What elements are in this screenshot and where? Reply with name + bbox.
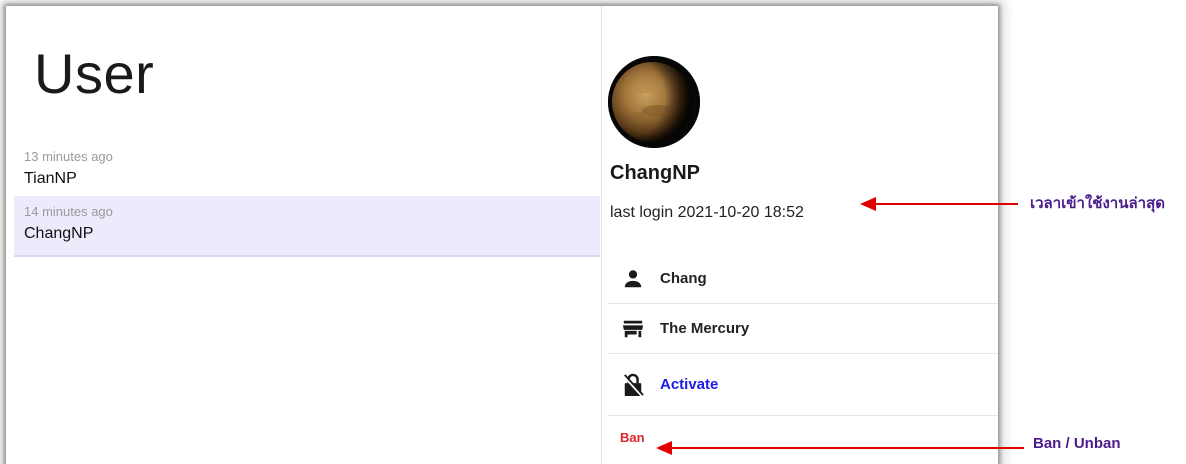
list-item[interactable]: 14 minutes ago ChangNP bbox=[14, 196, 600, 257]
user-name: ChangNP bbox=[24, 225, 94, 242]
annotation-ban-label: Ban / Unban bbox=[1033, 435, 1121, 452]
avatar bbox=[608, 56, 700, 148]
user-last-seen: 13 minutes ago bbox=[24, 149, 113, 164]
ban-button[interactable]: Ban bbox=[620, 430, 645, 445]
annotation-arrow-ban bbox=[656, 441, 1024, 455]
user-detail-pane: ChangNP last login 2021-10-20 18:52 Chan… bbox=[602, 6, 998, 464]
planet-image bbox=[608, 56, 700, 148]
page-title: User bbox=[34, 42, 155, 105]
user-list-pane: User 13 minutes ago TianNP 14 minutes ag… bbox=[6, 6, 601, 464]
user-last-seen: 14 minutes ago bbox=[24, 204, 113, 219]
person-icon bbox=[620, 266, 646, 292]
info-row-display-name: Chang bbox=[608, 254, 998, 304]
list-item[interactable]: 13 minutes ago TianNP bbox=[14, 147, 600, 196]
store-name: The Mercury bbox=[660, 320, 750, 337]
last-login-text: last login 2021-10-20 18:52 bbox=[610, 204, 804, 221]
profile-name: ChangNP bbox=[610, 162, 700, 184]
screenshot-stage: User 13 minutes ago TianNP 14 minutes ag… bbox=[0, 0, 1186, 464]
annotation-last-login-label: เวลาเข้าใช้งานล่าสุด bbox=[1030, 195, 1165, 212]
annotation-arrow-last-login bbox=[860, 197, 1018, 211]
store-icon bbox=[620, 316, 646, 342]
info-row-store: The Mercury bbox=[608, 304, 998, 354]
lock-off-icon bbox=[620, 372, 646, 398]
display-name: Chang bbox=[660, 270, 707, 287]
info-row-activation: Activate bbox=[608, 354, 998, 416]
user-name: TianNP bbox=[24, 170, 77, 187]
activate-link[interactable]: Activate bbox=[660, 376, 718, 393]
app-window: User 13 minutes ago TianNP 14 minutes ag… bbox=[6, 6, 998, 464]
profile-info-list: Chang The Mercury Activate bbox=[608, 254, 998, 416]
user-list: 13 minutes ago TianNP 14 minutes ago Cha… bbox=[14, 147, 600, 257]
